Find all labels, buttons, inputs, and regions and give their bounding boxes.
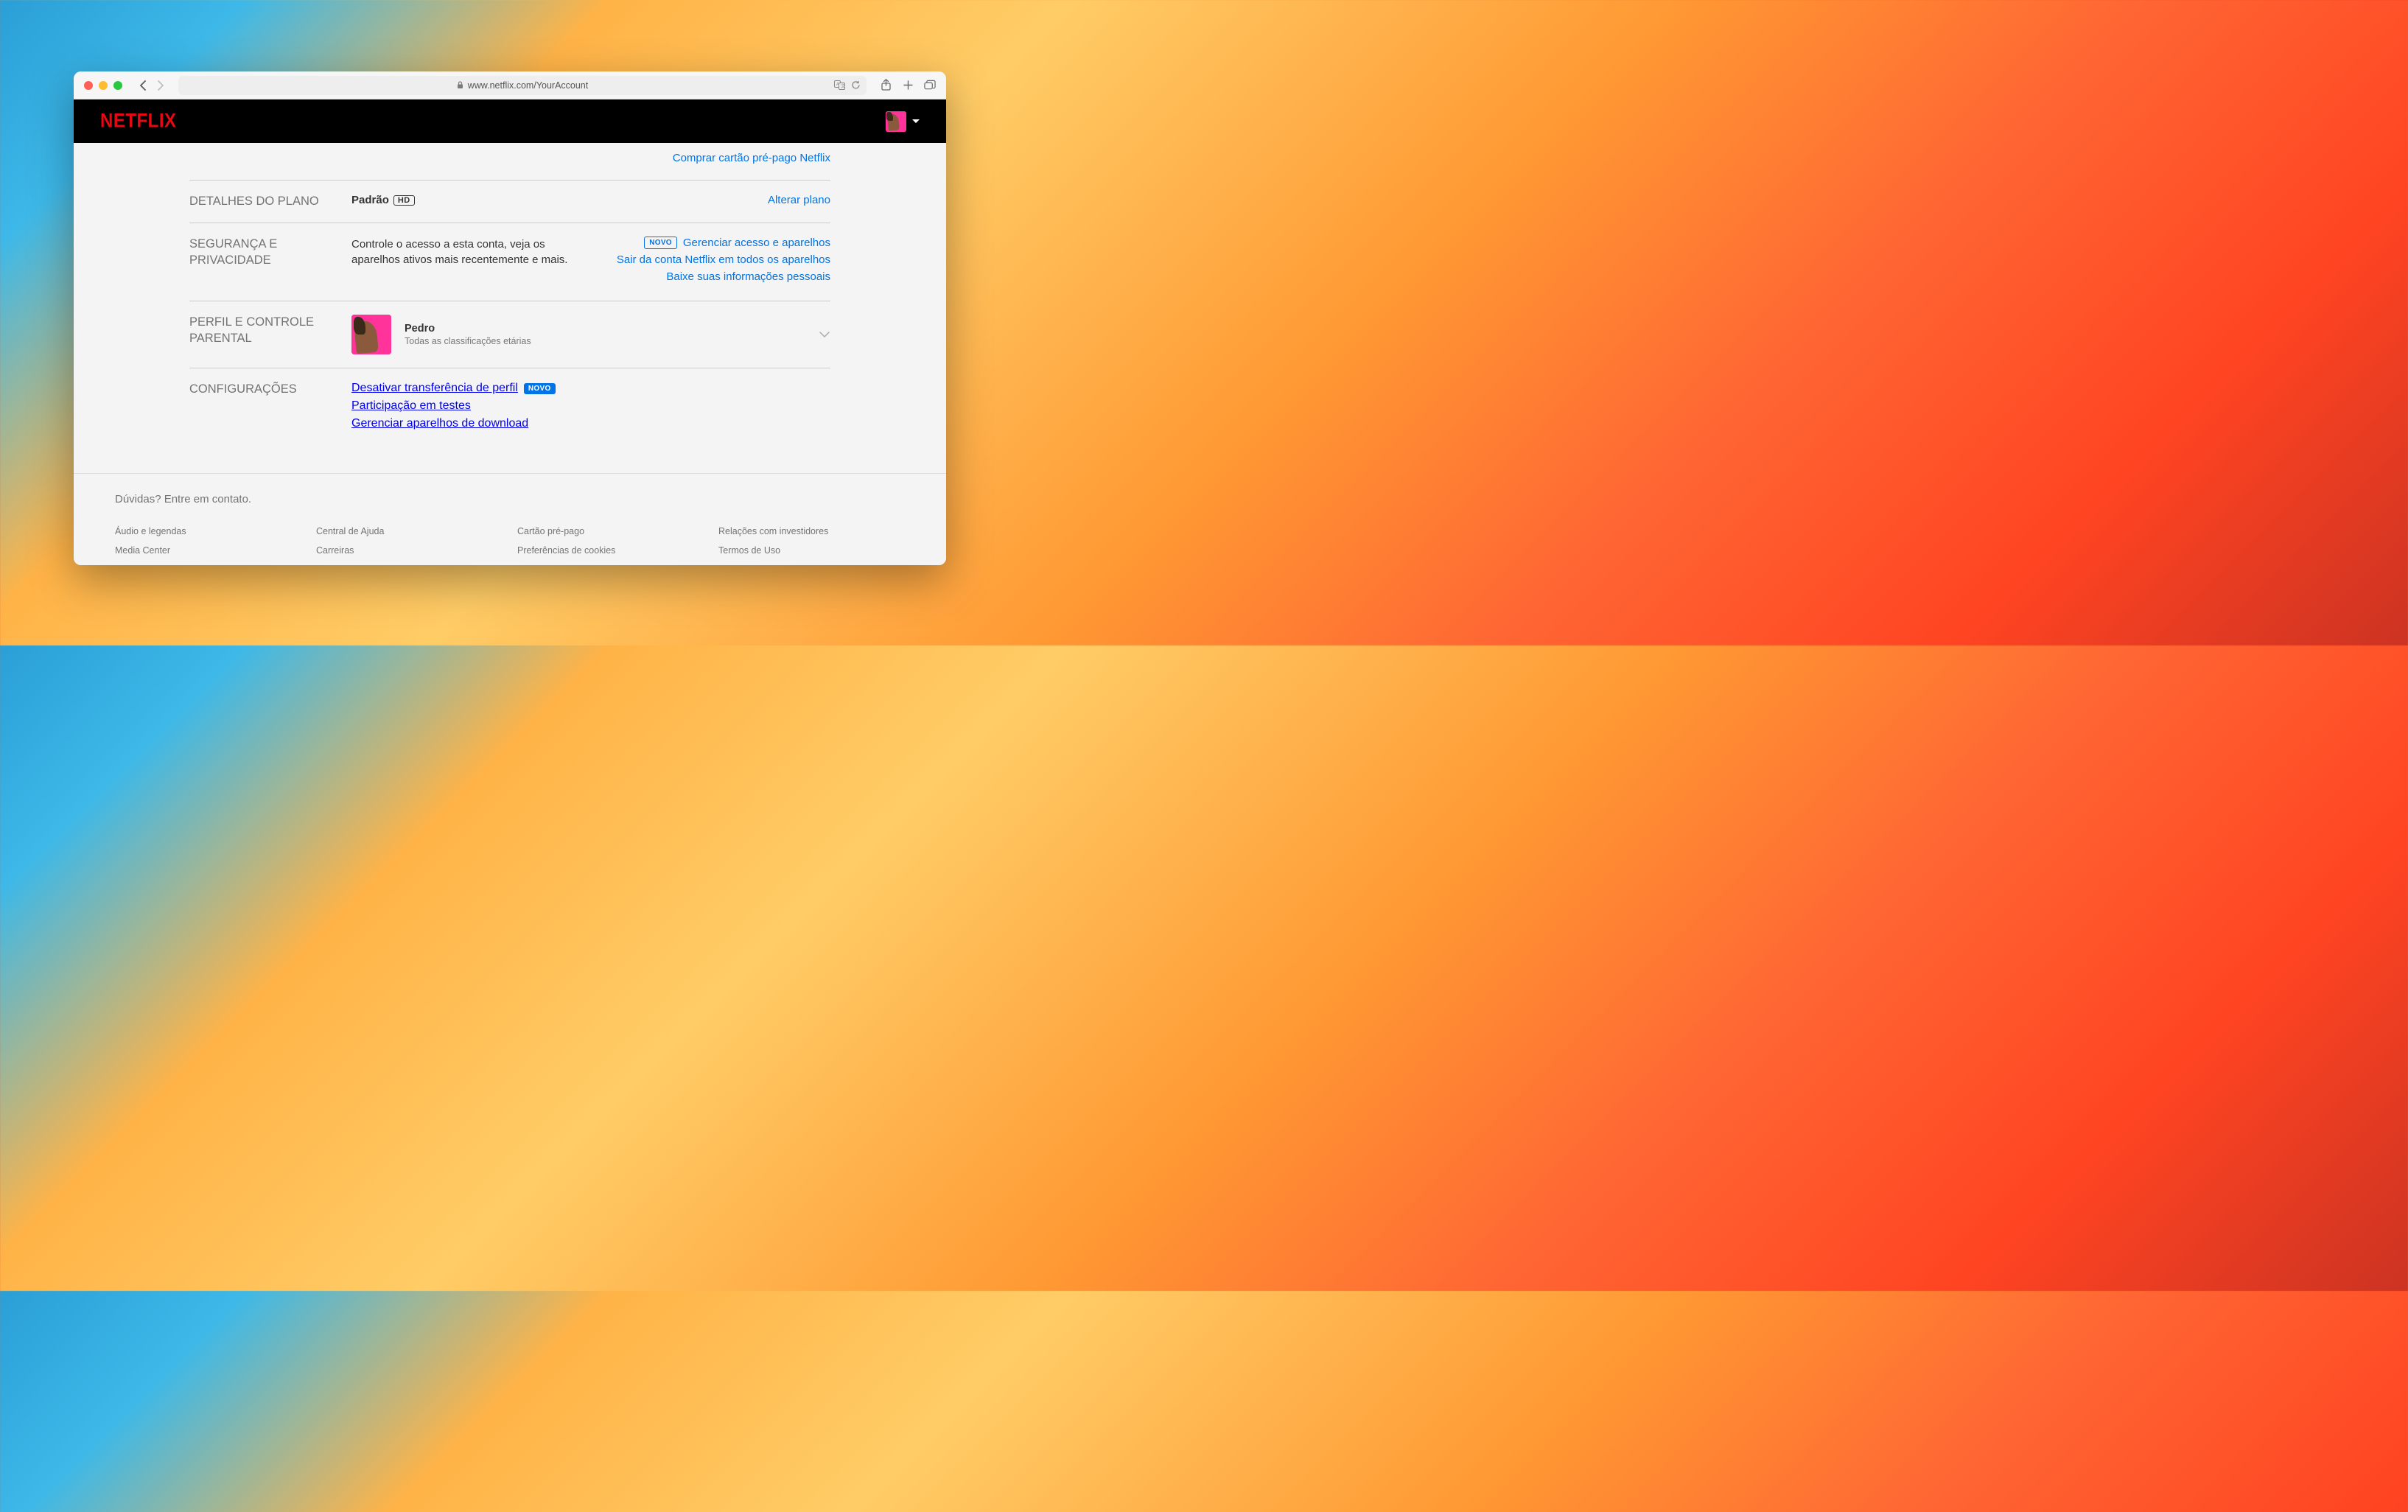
change-plan-link[interactable]: Alterar plano bbox=[768, 194, 830, 206]
tabs-icon[interactable] bbox=[924, 80, 936, 91]
nav-arrows bbox=[139, 80, 165, 91]
minimize-window-button[interactable] bbox=[99, 81, 108, 90]
share-icon[interactable] bbox=[880, 80, 892, 91]
manage-access-link[interactable]: Gerenciar acesso e aparelhos bbox=[683, 237, 830, 249]
pre-section-links: Comprar cartão pré-pago Netflix bbox=[189, 143, 830, 180]
chevron-down-icon bbox=[819, 331, 830, 338]
translate-icon[interactable]: A文 bbox=[834, 80, 846, 90]
section-label-security: SEGURANÇA E PRIVACIDADE bbox=[189, 237, 351, 287]
footer-link-prepaid[interactable]: Cartão pré-pago bbox=[517, 526, 704, 536]
section-label-plan: DETALHES DO PLANO bbox=[189, 194, 351, 209]
footer-link-media[interactable]: Media Center bbox=[115, 545, 301, 556]
back-button[interactable] bbox=[139, 80, 147, 91]
profile-info: Pedro Todas as classificações etárias bbox=[405, 323, 805, 346]
section-security: SEGURANÇA E PRIVACIDADE Controle o acess… bbox=[189, 223, 830, 301]
footer: Dúvidas? Entre em contato. Áudio e legen… bbox=[74, 473, 946, 563]
footer-links: Áudio e legendas Central de Ajuda Cartão… bbox=[115, 526, 905, 556]
forward-button bbox=[156, 80, 165, 91]
profile-row[interactable]: Pedro Todas as classificações etárias bbox=[351, 315, 830, 354]
svg-text:文: 文 bbox=[841, 83, 845, 89]
browser-window: www.netflix.com/YourAccount A文 NETFLIX bbox=[74, 71, 946, 565]
avatar bbox=[886, 111, 906, 132]
footer-link-cookies[interactable]: Preferências de cookies bbox=[517, 545, 704, 556]
footer-contact[interactable]: Dúvidas? Entre em contato. bbox=[115, 493, 905, 505]
site-header: NETFLIX bbox=[74, 99, 946, 143]
footer-link-audio[interactable]: Áudio e legendas bbox=[115, 526, 301, 536]
buy-prepaid-link[interactable]: Comprar cartão pré-pago Netflix bbox=[673, 152, 830, 164]
maximize-window-button[interactable] bbox=[113, 81, 122, 90]
section-profiles: PERFIL E CONTROLE PARENTAL Pedro Todas a… bbox=[189, 301, 830, 368]
plan-name-text: Padrão bbox=[351, 194, 389, 206]
address-bar[interactable]: www.netflix.com/YourAccount A文 bbox=[178, 76, 867, 95]
signout-all-link[interactable]: Sair da conta Netflix em todos os aparel… bbox=[617, 253, 830, 266]
page-content: Comprar cartão pré-pago Netflix DETALHES… bbox=[74, 143, 946, 565]
browser-toolbar: www.netflix.com/YourAccount A文 bbox=[74, 71, 946, 99]
caret-down-icon bbox=[912, 119, 920, 123]
plan-name: Padrão HD bbox=[351, 194, 415, 206]
manage-downloads-link[interactable]: Gerenciar aparelhos de download bbox=[351, 417, 528, 430]
url-text: www.netflix.com/YourAccount bbox=[468, 80, 589, 91]
profile-avatar bbox=[351, 315, 391, 354]
close-window-button[interactable] bbox=[84, 81, 93, 90]
security-description: Controle o acesso a esta conta, veja os … bbox=[351, 237, 580, 267]
toolbar-right bbox=[880, 80, 936, 91]
svg-text:A: A bbox=[836, 83, 839, 87]
novo-badge: NOVO bbox=[524, 383, 556, 394]
lock-icon bbox=[457, 81, 463, 89]
footer-link-help[interactable]: Central de Ajuda bbox=[316, 526, 503, 536]
novo-badge: NOVO bbox=[644, 237, 677, 249]
profile-menu[interactable] bbox=[886, 111, 920, 132]
netflix-logo[interactable]: NETFLIX bbox=[100, 110, 177, 133]
section-label-settings: CONFIGURAÇÕES bbox=[189, 382, 351, 430]
section-settings: CONFIGURAÇÕES Desativar transferência de… bbox=[189, 368, 830, 444]
hd-badge: HD bbox=[393, 195, 415, 206]
download-info-link[interactable]: Baixe suas informações pessoais bbox=[666, 270, 830, 283]
reload-icon[interactable] bbox=[851, 80, 861, 90]
profile-name: Pedro bbox=[405, 323, 805, 335]
footer-link-careers[interactable]: Carreiras bbox=[316, 545, 503, 556]
test-participation-link[interactable]: Participação em testes bbox=[351, 399, 471, 413]
window-controls bbox=[84, 81, 122, 90]
section-label-profiles: PERFIL E CONTROLE PARENTAL bbox=[189, 315, 351, 354]
new-tab-icon[interactable] bbox=[902, 80, 914, 91]
disable-transfer-link[interactable]: Desativar transferência de perfil bbox=[351, 382, 518, 395]
profile-rating: Todas as classificações etárias bbox=[405, 336, 805, 346]
section-plan: DETALHES DO PLANO Padrão HD Alterar plan… bbox=[189, 180, 830, 223]
footer-link-terms[interactable]: Termos de Uso bbox=[718, 545, 905, 556]
footer-link-investors[interactable]: Relações com investidores bbox=[718, 526, 905, 536]
